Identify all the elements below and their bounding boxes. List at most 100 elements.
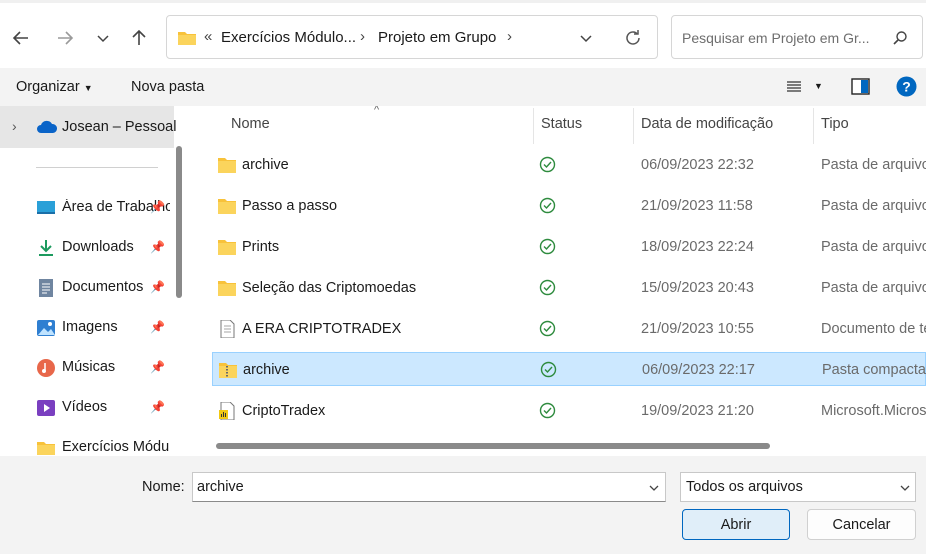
arrow-up-icon [132,29,146,45]
file-date: 19/09/2023 21:20 [641,403,754,419]
pin-icon: 📌 [150,400,165,414]
file-date: 15/09/2023 20:43 [641,280,754,296]
column-divider[interactable] [633,108,634,144]
file-date: 06/09/2023 22:32 [641,157,754,173]
arrow-left-icon [12,31,28,45]
download-icon [39,240,53,256]
file-date: 21/09/2023 11:58 [641,198,753,214]
chevron-down-icon[interactable] [579,31,593,45]
folder-icon [218,199,236,214]
preview-pane-icon[interactable] [851,78,870,95]
pin-icon: 📌 [150,320,165,334]
file-type: Pasta de arquivos [821,280,926,296]
column-header-name[interactable]: Nome [231,116,270,132]
synced-check-icon [539,238,556,255]
view-options-icon[interactable] [786,80,802,94]
file-type: Microsoft.Microsoft [821,403,926,419]
file-date: 18/09/2023 22:24 [641,239,754,255]
file-date: 06/09/2023 22:17 [642,362,755,378]
refresh-icon[interactable] [623,28,643,48]
new-folder-button[interactable]: Nova pasta [131,79,204,95]
desktop-icon [37,201,55,214]
sidebar-item-downloads[interactable]: Downloads 📌 [0,230,174,266]
file-row[interactable]: CriptoTradex 19/09/2023 21:20 Microsoft.… [212,394,926,428]
zip-folder-icon [219,363,237,378]
file-type-filter[interactable]: Todos os arquivos [680,472,916,502]
sidebar-item-onedrive[interactable]: › Josean – Pessoal [0,106,176,148]
file-row[interactable]: Seleção das Criptomoedas 15/09/2023 20:4… [212,271,926,305]
pictures-icon [37,320,55,336]
search-box[interactable]: Pesquisar em Projeto em Gr... [671,15,923,59]
folder-icon [218,281,236,296]
filename-label: Nome: [142,479,185,495]
cancel-button[interactable]: Cancelar [807,509,916,540]
sidebar-item-videos[interactable]: Vídeos 📌 [0,390,174,426]
sidebar-item-desktop[interactable]: Área de Trabalho 📌 [0,190,174,226]
file-name: Prints [242,239,280,255]
horizontal-scrollbar[interactable] [216,443,770,449]
sidebar-item-exercicios[interactable]: Exercícios Módulo [0,430,174,456]
recent-locations-button[interactable] [90,25,116,51]
file-name: archive [243,362,290,378]
synced-check-icon [539,156,556,173]
synced-check-icon [539,279,556,296]
breadcrumb-exercicios[interactable]: Exercícios Módulo... [221,29,356,46]
organize-menu[interactable]: Organizar ▼ [16,79,93,95]
back-button[interactable] [8,25,34,51]
search-icon[interactable] [892,30,908,46]
sidebar-item-pictures[interactable]: Imagens 📌 [0,310,174,346]
help-icon[interactable]: ? [896,76,917,97]
breadcrumb-projeto[interactable]: Projeto em Grupo [378,29,496,46]
file-name: Seleção das Criptomoedas [242,280,417,296]
chevron-down-icon [97,35,109,43]
file-row[interactable]: Prints 18/09/2023 22:24 Pasta de arquivo… [212,230,926,264]
column-divider[interactable] [813,108,814,144]
file-row[interactable]: Passo a passo 21/09/2023 11:58 Pasta de … [212,189,926,223]
navigation-pane: › Josean – Pessoal Área de Trabalho 📌 Do… [0,106,192,456]
column-divider[interactable] [533,108,534,144]
chevron-down-icon [900,485,910,491]
text-file-icon [220,320,235,338]
document-icon [39,279,53,297]
folder-icon [37,442,55,455]
file-type: Pasta de arquivos [821,157,926,173]
address-overflow[interactable]: « [204,28,212,45]
command-bar: Organizar ▼ Nova pasta ▼ ? [0,68,926,106]
file-row-selected[interactable]: archive 06/09/2023 22:17 Pasta compactad… [212,352,926,386]
dialog-footer: Nome: archive Todos os arquivos Abrir Ca… [0,456,926,554]
chevron-down-icon[interactable] [648,482,660,494]
synced-check-icon [539,197,556,214]
up-button[interactable] [126,25,152,51]
file-row[interactable]: archive 06/09/2023 22:32 Pasta de arquiv… [212,148,926,182]
file-name: CriptoTradex [242,403,326,419]
synced-check-icon [539,320,556,337]
filename-input[interactable]: archive [192,472,666,502]
caret-down-icon[interactable]: ▼ [814,81,823,91]
folder-icon [218,158,236,173]
pin-icon: 📌 [150,240,165,254]
onedrive-cloud-icon [37,120,58,133]
powerbi-file-icon [219,402,235,420]
folder-icon [178,32,196,45]
caret-down-icon: ▼ [83,83,93,93]
sidebar-item-music[interactable]: Músicas 📌 [0,350,174,386]
open-button[interactable]: Abrir [682,509,790,540]
sidebar-divider [36,167,158,168]
breadcrumb-separator-icon[interactable]: › [360,28,365,45]
breadcrumb-separator-icon[interactable]: › [507,28,512,45]
chevron-right-icon[interactable]: › [12,118,17,134]
svg-text:?: ? [902,79,911,95]
search-input[interactable]: Pesquisar em Projeto em Gr... [682,30,870,46]
sidebar-scrollbar[interactable] [176,146,182,298]
pin-icon: 📌 [150,200,165,214]
column-header-modified[interactable]: Data de modificação [641,116,773,132]
file-row[interactable]: A ERA CRIPTOTRADEX 21/09/2023 10:55 Docu… [212,312,926,346]
forward-button[interactable] [52,25,78,51]
synced-check-icon [539,402,556,419]
video-icon [37,400,55,416]
column-header-status[interactable]: Status [541,116,582,132]
column-header-type[interactable]: Tipo [821,116,849,132]
sidebar-item-documents[interactable]: Documentos 📌 [0,270,174,306]
address-bar[interactable]: « Exercícios Módulo... › Projeto em Grup… [166,15,658,59]
folder-icon [218,240,236,255]
